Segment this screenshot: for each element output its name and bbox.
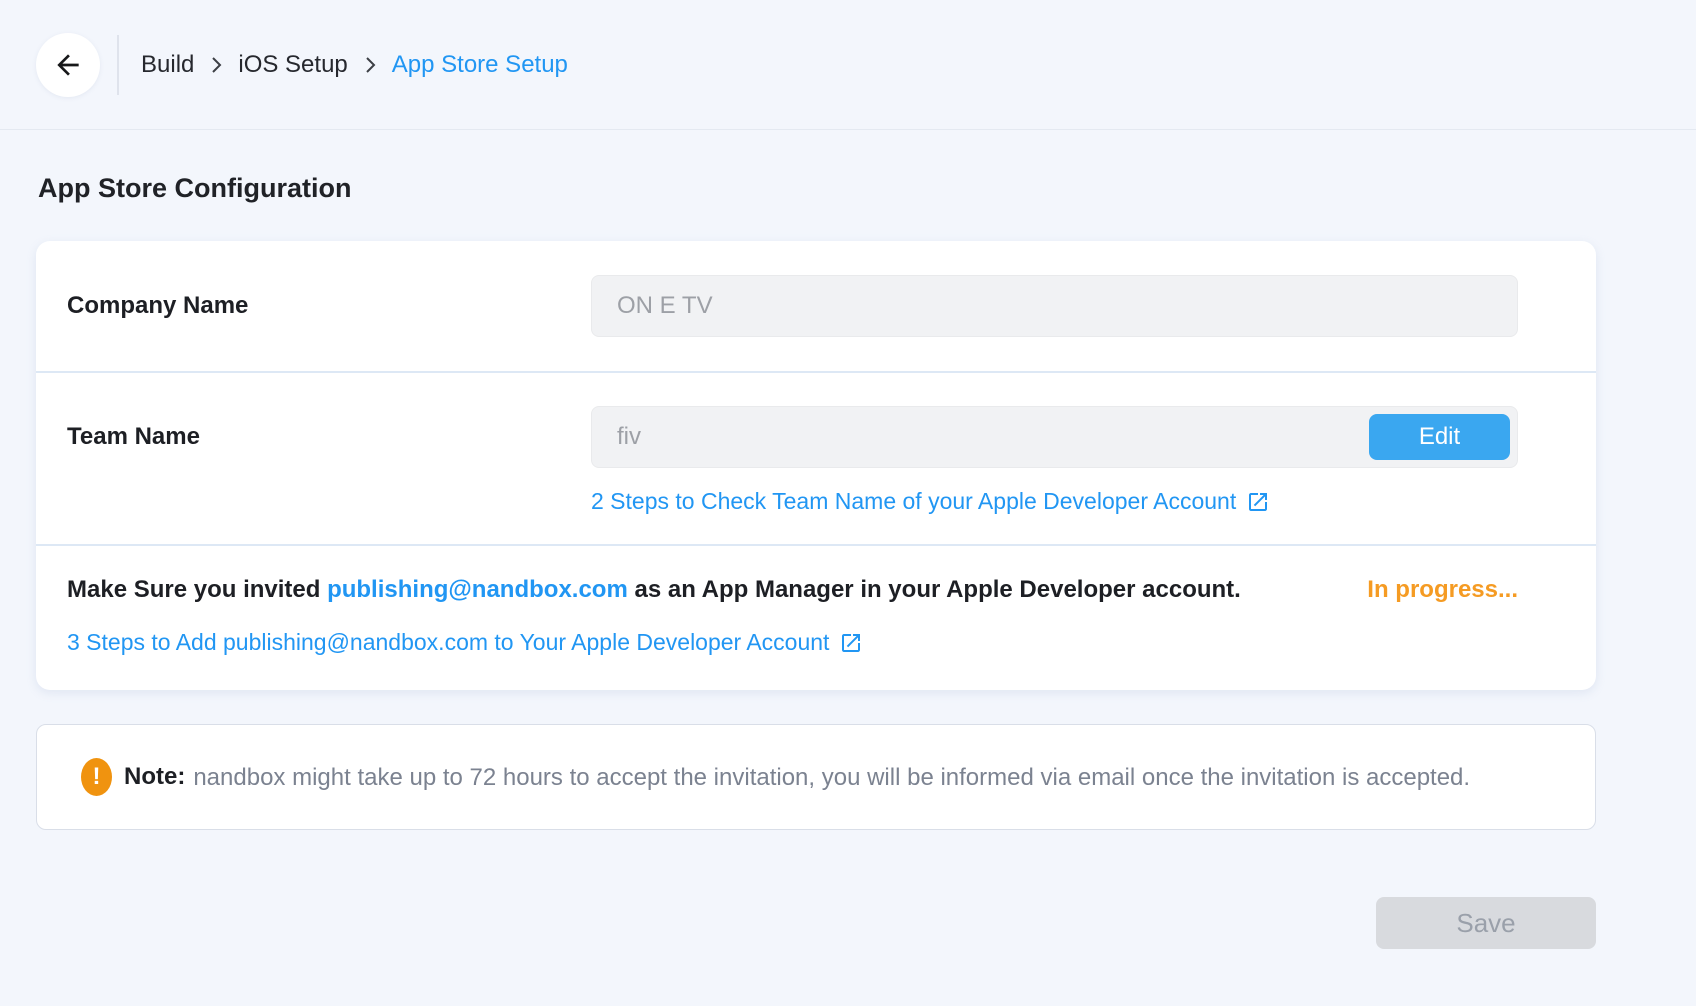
breadcrumb-item-app-store-setup: App Store Setup: [391, 50, 568, 78]
note-label: Note:: [124, 763, 186, 790]
team-name-help-link-text: 2 Steps to Check Team Name of your Apple…: [591, 488, 1237, 514]
invite-help-link-text: 3 Steps to Add publishing@nandbox.com to…: [67, 629, 830, 655]
alert-exclamation-icon: !: [81, 758, 112, 796]
team-name-row: Team Name Edit 2 Steps to Check Team Nam…: [36, 371, 1596, 544]
chevron-right-icon: [358, 53, 382, 77]
company-name-row: Company Name: [36, 241, 1596, 371]
invite-manager-row: Make Sure you invited publishing@nandbox…: [36, 544, 1596, 690]
breadcrumb: Build iOS Setup App Store Setup: [141, 51, 568, 79]
team-name-label: Team Name: [67, 423, 200, 450]
chevron-right-icon: [204, 53, 228, 77]
open-in-new-icon: [839, 631, 863, 655]
header-bar: Build iOS Setup App Store Setup: [0, 0, 1696, 130]
publishing-email-text: publishing@nandbox.com: [327, 576, 628, 603]
open-in-new-icon: [1246, 490, 1270, 514]
company-name-input[interactable]: [591, 275, 1518, 337]
app-store-configuration-card: Company Name Team Name Edit 2 Steps to C…: [36, 241, 1596, 690]
note-text: nandbox might take up to 72 hours to acc…: [193, 763, 1471, 791]
breadcrumb-item-build[interactable]: Build: [141, 51, 194, 79]
company-name-label: Company Name: [67, 292, 249, 319]
back-button[interactable]: [36, 32, 100, 97]
breadcrumb-item-ios-setup[interactable]: iOS Setup: [238, 51, 347, 79]
actions-bar: Save: [36, 897, 1596, 949]
page-title: App Store Configuration: [38, 173, 352, 203]
note-card: ! Note: nandbox might take up to 72 hour…: [36, 724, 1596, 830]
invite-instruction-text: Make Sure you invited publishing@nandbox…: [67, 576, 1241, 603]
invite-status-badge: In progress...: [1367, 576, 1518, 603]
arrow-left-icon: [52, 49, 84, 81]
invite-help-link[interactable]: 3 Steps to Add publishing@nandbox.com to…: [67, 629, 863, 656]
edit-team-name-button[interactable]: Edit: [1369, 414, 1510, 460]
save-button[interactable]: Save: [1376, 897, 1596, 949]
header-divider: [117, 34, 119, 95]
team-name-help-link[interactable]: 2 Steps to Check Team Name of your Apple…: [591, 488, 1270, 515]
